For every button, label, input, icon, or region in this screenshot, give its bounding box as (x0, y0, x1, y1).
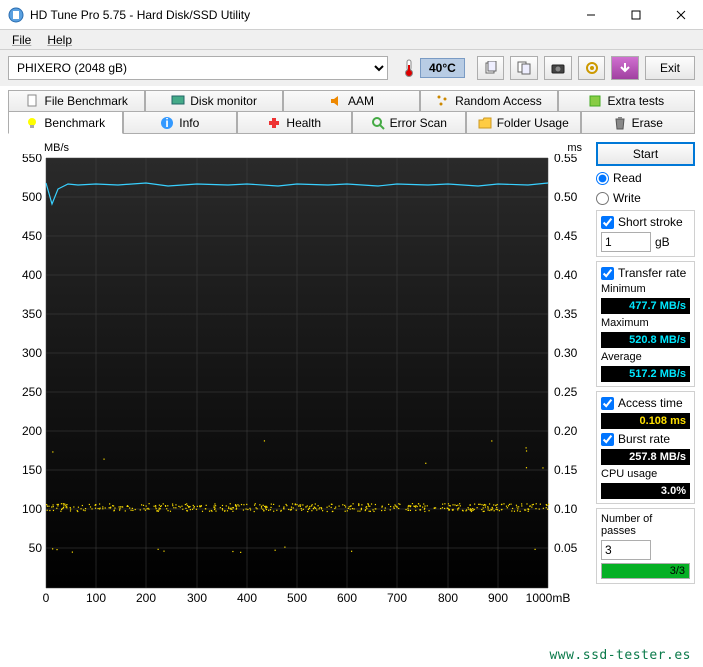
start-button[interactable]: Start (596, 142, 695, 166)
trash-icon (613, 116, 627, 130)
exit-button[interactable]: Exit (645, 56, 695, 80)
svg-text:i: i (166, 116, 169, 130)
screenshot-button[interactable] (544, 56, 572, 80)
short-stroke-check[interactable] (601, 216, 614, 229)
short-stroke-input[interactable] (601, 232, 651, 252)
bulb-icon (25, 116, 39, 130)
svg-text:700: 700 (387, 591, 407, 605)
folder-icon (478, 116, 492, 130)
svg-text:500: 500 (287, 591, 307, 605)
chart-svg: 550 500 450 400 350 300 250 200 150 100 50 0.55 0.5… (8, 154, 588, 622)
window-title: HD Tune Pro 5.75 - Hard Disk/SSD Utility (30, 8, 568, 22)
svg-text:400: 400 (237, 591, 257, 605)
access-time-value: 0.108 ms (601, 413, 690, 429)
tab-health[interactable]: Health (237, 112, 352, 134)
average-value: 517.2 MB/s (601, 366, 690, 382)
svg-text:350: 350 (22, 307, 42, 321)
svg-text:1000mB: 1000mB (526, 591, 571, 605)
tab-random-access[interactable]: Random Access (420, 90, 557, 112)
file-icon (26, 94, 40, 108)
svg-text:550: 550 (22, 154, 42, 165)
copy-screenshot-button[interactable] (510, 56, 538, 80)
info-icon: i (160, 116, 174, 130)
cpu-usage-value: 3.0% (601, 483, 690, 499)
random-icon (436, 94, 450, 108)
svg-text:0: 0 (43, 591, 50, 605)
write-radio[interactable] (596, 192, 609, 205)
access-time-check[interactable] (601, 397, 614, 410)
svg-text:900: 900 (488, 591, 508, 605)
svg-text:0.20: 0.20 (554, 424, 578, 438)
tab-benchmark[interactable]: Benchmark (8, 112, 123, 134)
tab-error-scan[interactable]: Error Scan (352, 112, 467, 134)
svg-text:0.30: 0.30 (554, 346, 578, 360)
y-right-label: ms (567, 142, 582, 154)
svg-text:250: 250 (22, 385, 42, 399)
tab-info[interactable]: iInfo (123, 112, 238, 134)
maximize-button[interactable] (613, 0, 658, 29)
tab-file-benchmark[interactable]: File Benchmark (8, 90, 145, 112)
thermometer-icon (402, 59, 416, 77)
app-icon (8, 7, 24, 23)
svg-text:100: 100 (22, 502, 42, 516)
svg-text:300: 300 (22, 346, 42, 360)
watermark: www.ssd-tester.es (549, 648, 691, 663)
svg-text:300: 300 (187, 591, 207, 605)
tab-folder-usage[interactable]: Folder Usage (466, 112, 581, 134)
svg-text:0.35: 0.35 (554, 307, 578, 321)
svg-text:0.15: 0.15 (554, 463, 578, 477)
svg-text:800: 800 (438, 591, 458, 605)
tab-disk-monitor[interactable]: Disk monitor (145, 90, 282, 112)
y-left-label: MB/s (44, 142, 69, 154)
drive-select[interactable]: PHIXERO (2048 gB) (8, 56, 388, 80)
maximum-value: 520.8 MB/s (601, 332, 690, 348)
menu-bar: File Help (0, 30, 703, 50)
burst-rate-check[interactable] (601, 433, 614, 446)
tab-extra-tests[interactable]: Extra tests (558, 90, 695, 112)
svg-text:0.40: 0.40 (554, 268, 578, 282)
svg-text:500: 500 (22, 190, 42, 204)
speaker-icon (329, 94, 343, 108)
benchmark-chart: MB/s ms 55050045040035030025020015010050… (8, 142, 588, 622)
svg-text:200: 200 (136, 591, 156, 605)
tab-erase[interactable]: Erase (581, 112, 696, 134)
svg-text:200: 200 (22, 424, 42, 438)
magnify-icon (371, 116, 385, 130)
passes-input[interactable] (601, 540, 651, 560)
svg-text:100: 100 (86, 591, 106, 605)
title-bar: HD Tune Pro 5.75 - Hard Disk/SSD Utility (0, 0, 703, 30)
minimize-button[interactable] (568, 0, 613, 29)
save-button[interactable] (611, 56, 639, 80)
svg-text:0.10: 0.10 (554, 502, 578, 516)
svg-text:400: 400 (22, 268, 42, 282)
menu-file[interactable]: File (4, 31, 39, 49)
options-button[interactable] (578, 56, 606, 80)
tabs: File Benchmark Disk monitor AAM Random A… (8, 90, 695, 134)
health-icon (267, 116, 281, 130)
copy-info-button[interactable] (477, 56, 505, 80)
svg-text:0.05: 0.05 (554, 541, 578, 555)
svg-text:0.25: 0.25 (554, 385, 578, 399)
progress-bar: 3/3 (601, 563, 690, 579)
monitor-icon (171, 94, 185, 108)
burst-rate-value: 257.8 MB/s (601, 449, 690, 465)
extra-icon (588, 94, 602, 108)
menu-help[interactable]: Help (39, 31, 80, 49)
tab-aam[interactable]: AAM (283, 90, 420, 112)
minimum-value: 477.7 MB/s (601, 298, 690, 314)
temperature-value: 40°C (420, 58, 465, 78)
svg-text:50: 50 (29, 541, 43, 555)
close-button[interactable] (658, 0, 703, 29)
toolbar: PHIXERO (2048 gB) 40°C Exit (0, 50, 703, 86)
svg-text:450: 450 (22, 229, 42, 243)
svg-text:0.50: 0.50 (554, 190, 578, 204)
side-panel: Start Read Write Short stroke gB Transfe… (596, 142, 695, 622)
read-radio[interactable] (596, 172, 609, 185)
svg-text:150: 150 (22, 463, 42, 477)
transfer-rate-check[interactable] (601, 267, 614, 280)
svg-text:0.55: 0.55 (554, 154, 578, 165)
svg-text:600: 600 (337, 591, 357, 605)
svg-text:0.45: 0.45 (554, 229, 578, 243)
temperature-badge: 40°C (402, 58, 465, 78)
